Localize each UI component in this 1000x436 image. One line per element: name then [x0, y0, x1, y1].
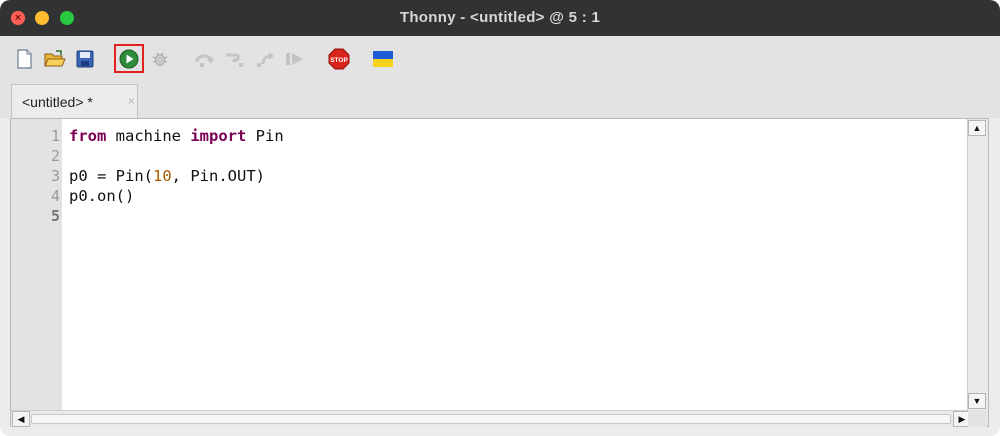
code-token: Pin [246, 127, 284, 145]
code-token: , Pin.OUT) [171, 167, 265, 185]
resume-button[interactable] [283, 46, 307, 72]
tab-untitled[interactable]: <untitled> * × [11, 84, 138, 118]
scroll-corner [968, 410, 987, 427]
step-into-button[interactable] [223, 46, 247, 72]
thonny-window: × Thonny - <untitled> @ 5 : 1 STOP <unti… [0, 0, 1000, 436]
run-button[interactable] [117, 46, 141, 72]
code-token: p0 = Pin( [69, 167, 153, 185]
stop-button[interactable]: STOP [327, 46, 351, 72]
step-out-icon [257, 52, 274, 67]
keyword-token: import [190, 127, 247, 145]
line-number: 3 [50, 167, 60, 185]
folder-open-icon [44, 50, 66, 67]
new-file-icon [17, 49, 32, 69]
editor-tabs: <untitled> * × [0, 84, 1000, 118]
line-number-gutter: 1 2 3 4 5 [11, 119, 62, 411]
stop-sign-icon: STOP [328, 48, 350, 70]
step-out-button[interactable] [253, 46, 277, 72]
code-editor[interactable]: from machine import Pin p0 = Pin(10, Pin.… [62, 119, 967, 411]
bug-icon [152, 52, 168, 66]
floppy-disk-icon [76, 50, 94, 68]
horizontal-scrollbar[interactable]: ◀ ▶ [11, 410, 971, 427]
ukraine-button[interactable] [371, 46, 395, 72]
line-number-current: 5 [50, 207, 60, 225]
scroll-down-button[interactable]: ▼ [968, 393, 986, 409]
arrow-right-icon: ▶ [958, 413, 966, 424]
horizontal-scroll-thumb[interactable] [31, 414, 951, 424]
code-token: machine [106, 127, 191, 145]
toolbar: STOP [0, 36, 1000, 84]
keyword-token: from [69, 127, 107, 145]
tab-close-icon[interactable]: × [128, 94, 135, 108]
arrow-left-icon: ◀ [17, 413, 25, 424]
run-play-icon [119, 49, 139, 69]
arrow-down-icon: ▼ [972, 396, 982, 406]
ukraine-flag-icon [373, 51, 393, 67]
step-into-icon [226, 53, 243, 67]
new-file-button[interactable] [12, 46, 36, 72]
window-title: Thonny - <untitled> @ 5 : 1 [399, 9, 601, 26]
code-token: p0.on() [69, 187, 135, 205]
number-token: 10 [153, 167, 172, 185]
debug-button[interactable] [148, 46, 172, 72]
tab-label: <untitled> * [22, 94, 93, 110]
line-number: 2 [50, 147, 60, 165]
resume-icon [286, 53, 303, 65]
open-file-button[interactable] [43, 46, 67, 72]
line-number: 4 [50, 187, 60, 205]
code-line: p0 = Pin(10, Pin.OUT) [69, 166, 265, 186]
code-line: p0.on() [69, 186, 134, 206]
step-over-button[interactable] [193, 46, 217, 72]
save-file-button[interactable] [73, 46, 97, 72]
step-over-icon [195, 54, 214, 67]
vertical-scrollbar[interactable]: ▲ ▼ [967, 119, 987, 411]
arrow-up-icon: ▲ [972, 123, 982, 133]
scroll-up-button[interactable]: ▲ [968, 120, 986, 136]
scroll-left-button[interactable]: ◀ [12, 411, 30, 427]
line-number: 1 [50, 127, 60, 145]
stop-label: STOP [330, 57, 348, 64]
title-bar: × Thonny - <untitled> @ 5 : 1 [0, 0, 1000, 36]
code-line: from machine import Pin [69, 126, 284, 146]
